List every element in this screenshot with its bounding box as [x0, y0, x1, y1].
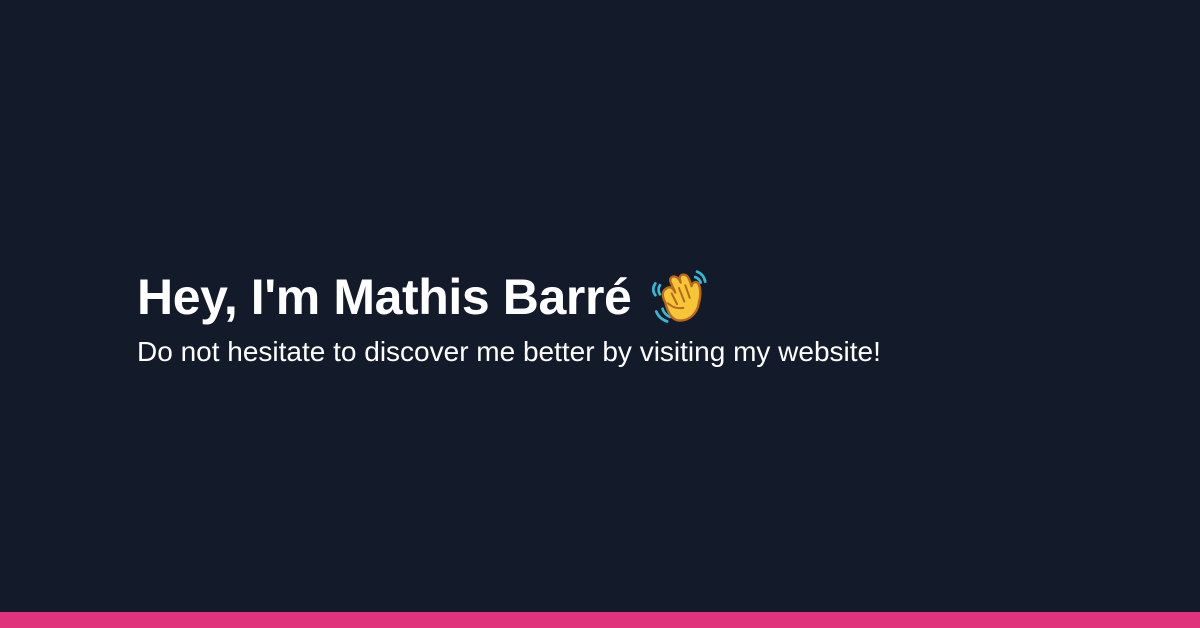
hero-content: Hey, I'm Mathis Barré Do not hesitate to…: [137, 265, 1137, 369]
hero-title: Hey, I'm Mathis Barré: [137, 269, 632, 325]
hero-headline: Hey, I'm Mathis Barré: [137, 265, 1137, 329]
waving-hand-icon: [649, 267, 707, 327]
hero-subtitle: Do not hesitate to discover me better by…: [137, 336, 881, 367]
bottom-accent-bar: [0, 612, 1200, 628]
